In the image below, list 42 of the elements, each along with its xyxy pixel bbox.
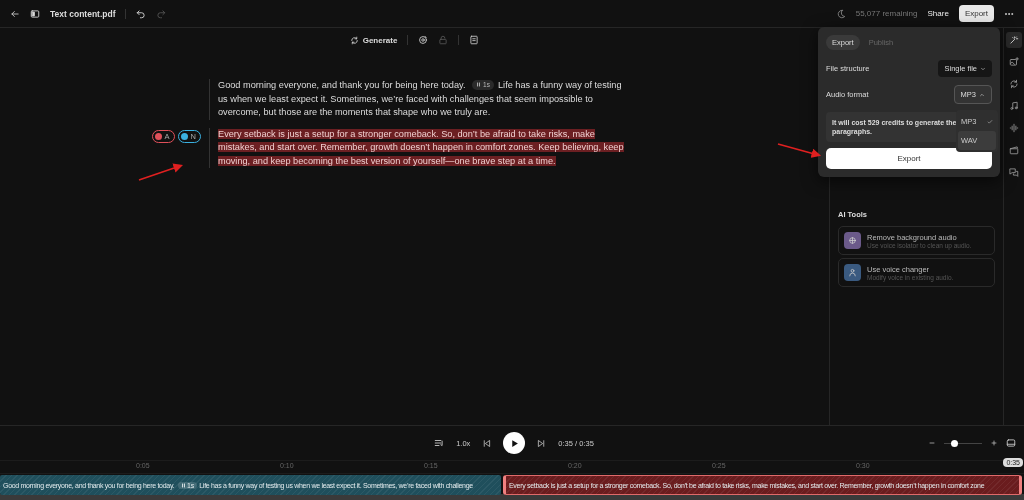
queue-icon <box>434 438 445 448</box>
next-icon <box>537 438 547 448</box>
image-plus-icon <box>1009 57 1019 67</box>
previous-icon <box>482 438 492 448</box>
chevron-up-icon <box>979 91 985 98</box>
waveform-icon <box>1009 123 1019 133</box>
annotation-arrow <box>138 163 184 181</box>
redo-icon <box>156 8 167 19</box>
plus-icon <box>990 439 998 447</box>
sparkle-icon <box>1009 35 1019 45</box>
annotation-arrow <box>777 143 822 158</box>
undo-icon <box>136 8 147 19</box>
lock-icon <box>438 35 449 45</box>
cycle-icon <box>1009 79 1019 89</box>
moon-icon <box>835 8 846 19</box>
credits-remaining: 55,077 remaining <box>855 9 918 18</box>
generate-button[interactable]: Generate <box>349 35 398 45</box>
zoom-slider-thumb[interactable] <box>950 439 958 447</box>
chevron-down-icon <box>980 65 986 72</box>
chat-icon <box>1009 167 1019 177</box>
sidebar-icon <box>30 8 40 19</box>
target-icon <box>418 35 429 45</box>
panel-icon <box>1006 438 1016 448</box>
pause-icon <box>180 482 186 488</box>
clapboard-icon <box>1009 145 1019 155</box>
minus-icon <box>928 439 936 447</box>
export-button[interactable]: Export <box>826 148 992 169</box>
play-icon <box>509 438 519 448</box>
target-icon <box>848 236 857 245</box>
file-name: Text content.pdf <box>50 8 116 19</box>
play-button[interactable] <box>503 432 526 454</box>
book-icon <box>469 35 480 45</box>
export-button[interactable]: Export <box>958 5 994 22</box>
check-icon <box>987 118 993 125</box>
person-icon <box>848 268 857 277</box>
back-arrow-icon <box>10 8 20 19</box>
music-note-icon <box>1009 101 1019 111</box>
pause-icon <box>476 82 482 87</box>
share-button[interactable]: Share <box>927 9 949 18</box>
refresh-icon <box>349 35 359 45</box>
back-button[interactable] <box>10 8 20 19</box>
rail-button[interactable] <box>1006 32 1022 48</box>
